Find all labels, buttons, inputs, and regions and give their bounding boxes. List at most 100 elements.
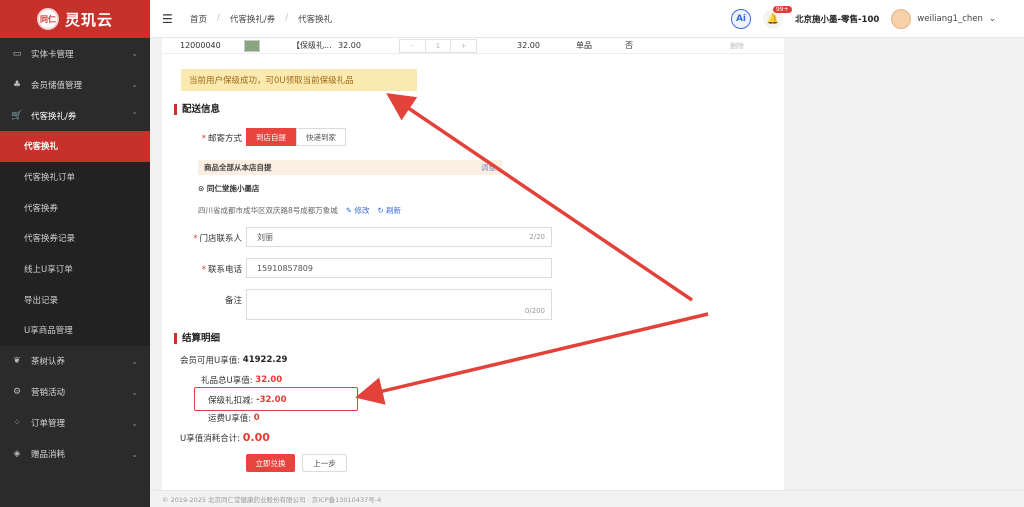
sidebar-item-label: 订单管理	[31, 419, 66, 430]
chevron-down-icon: ⌄	[131, 418, 138, 428]
remark-textarea[interactable]: 0/200	[246, 289, 552, 320]
pickup-adjust-link[interactable]: 调整	[481, 162, 496, 173]
decrease-button[interactable]: -	[400, 40, 426, 52]
sidebar-sub-gift-orders[interactable]: 代客换礼订单	[0, 161, 150, 193]
sidebar-item-exchange[interactable]: 🛒 代客换礼/券 ⌃	[0, 100, 150, 131]
breadcrumb-exchange[interactable]: 代客换礼/券	[230, 13, 275, 25]
back-button[interactable]: 上一步	[302, 454, 347, 472]
express-option-button[interactable]: 快递到家	[296, 128, 346, 146]
remark-label: 备注	[224, 296, 242, 306]
sidebar-sub-gift-exchange[interactable]: 代客换礼	[0, 131, 150, 162]
logo-mark-icon: 同仁	[36, 8, 59, 30]
sidebar-item-label: 营销活动	[31, 388, 66, 399]
phone-label: * 联系电话	[162, 263, 242, 275]
product-price: 32.00	[338, 41, 361, 50]
pickup-option-button[interactable]: 到店自提	[246, 128, 296, 146]
notification-badge: 99+	[772, 6, 792, 13]
chevron-down-icon: ⌄	[131, 387, 138, 397]
available-value: 41922.29	[242, 355, 288, 365]
table-row: 12000040 【保级礼... 32.00 - 1 + 32.00 单品 否 …	[162, 38, 784, 54]
shipping-label: 运费U享值:	[208, 414, 252, 424]
available-row: 会员可用U享值: 41922.29	[180, 354, 287, 366]
contact-input[interactable]: 刘丽 2/20	[246, 227, 552, 247]
sidebar-item-label: 代客换礼/券	[31, 111, 77, 122]
gift-total-value: 32.00	[255, 375, 283, 385]
product-type: 单品	[576, 41, 592, 50]
main-content: 12000040 【保级礼... 32.00 - 1 + 32.00 单品 否 …	[150, 38, 1024, 490]
sidebar: 同仁 灵玑云 ▭ 实体卡管理 ⌄ ♣ 会员储值管理 ⌄ 🛒 代客换礼/券 ⌃ 代…	[0, 0, 150, 507]
required-mark: *	[201, 265, 206, 275]
required-mark: *	[193, 234, 198, 244]
available-label: 会员可用U享值:	[180, 356, 241, 366]
quantity-stepper[interactable]: - 1 +	[399, 39, 477, 53]
refresh-address-link[interactable]: ↻ 刷新	[377, 205, 401, 216]
shop-name-text: 同仁堂施小墨店	[206, 184, 260, 193]
sidebar-sub-export-records[interactable]: 导出记录	[0, 284, 150, 316]
gift-total-row: 礼品总U享值: 32.00	[201, 374, 282, 386]
bell-glyph: 🔔	[766, 13, 780, 25]
product-code: 12000040	[180, 41, 221, 50]
delete-link[interactable]: 删除	[730, 41, 744, 51]
product-thumbnail	[244, 40, 260, 52]
exchange-panel: 12000040 【保级礼... 32.00 - 1 + 32.00 单品 否 …	[162, 38, 784, 490]
sidebar-item-label: 茶树认养	[31, 357, 66, 368]
user-menu[interactable]: weiliang1_chen ⌄	[891, 9, 996, 29]
chevron-down-icon: ⌄	[131, 356, 138, 366]
ai-assistant-icon[interactable]: Ai	[730, 9, 751, 29]
gift-total-label: 礼品总U享值:	[201, 376, 253, 386]
sidebar-item-label: 会员储值管理	[31, 80, 83, 91]
avatar	[891, 9, 912, 29]
required-mark: *	[201, 134, 206, 144]
refresh-text: 刷新	[386, 206, 402, 215]
contact-value: 刘丽	[257, 232, 273, 242]
store-name[interactable]: 北京施小墨-零售-100	[795, 13, 879, 25]
pickup-note-text: 商品全部从本店自提	[204, 163, 272, 172]
sidebar-sub-coupon-records[interactable]: 代客换券记录	[0, 223, 150, 254]
shop-address: 四川省成都市成华区双庆路8号成都万象城 ✎ 修改 ↻ 刷新	[198, 205, 401, 216]
footer: © 2019-2025 北京同仁堂健康药业股份有限公司 · 京ICP备13010…	[150, 490, 1024, 507]
remark-count: 0/200	[524, 307, 545, 315]
shipping-value: 0	[253, 413, 260, 423]
breadcrumb: 首页 / 代客换礼/券 / 代客换礼	[190, 13, 332, 25]
sidebar-item-marketing[interactable]: ⚙ 营销活动 ⌄	[0, 377, 150, 408]
delivery-section-title: 配送信息	[174, 104, 220, 115]
deduct-value: -32.00	[256, 395, 287, 405]
refresh-icon: ↻	[377, 206, 387, 215]
users-icon: ♣	[12, 79, 22, 90]
increase-button[interactable]: +	[451, 40, 476, 52]
contact-label-text: 门店联系人	[199, 234, 242, 244]
location-pin-icon: ⊙	[198, 184, 207, 193]
logo[interactable]: 同仁 灵玑云	[0, 0, 150, 38]
orders-icon: ⁘	[13, 418, 21, 429]
product-name: 【保级礼...	[292, 41, 332, 50]
delivery-method-label: * 邮寄方式	[162, 132, 242, 144]
notice-banner: 当前用户保级成功，可0U领取当前保级礼品	[181, 69, 417, 91]
breadcrumb-home[interactable]: 首页	[190, 13, 207, 25]
sidebar-item-member[interactable]: ♣ 会员储值管理 ⌄	[0, 69, 150, 100]
menu-toggle-icon[interactable]: ☰	[162, 12, 176, 26]
shop-name: ⊙ 同仁堂施小墨店	[198, 183, 259, 194]
product-subtotal: 32.00	[517, 41, 540, 50]
gift-icon: ◈	[13, 449, 21, 460]
phone-input[interactable]: 15910857809	[246, 258, 552, 278]
chevron-down-icon: ⌄	[988, 14, 996, 24]
sidebar-sub-online-orders[interactable]: 线上U享订单	[0, 253, 150, 285]
sidebar-item-gift[interactable]: ◈ 赠品消耗 ⌄	[0, 439, 150, 470]
breadcrumb-separator: /	[217, 12, 220, 23]
submit-exchange-button[interactable]: 立即兑换	[246, 454, 295, 472]
sidebar-item-orders[interactable]: ⁘ 订单管理 ⌄	[0, 408, 150, 439]
contact-count: 2/20	[529, 233, 545, 241]
delivery-method-group: 到店自提 快递到家	[246, 128, 346, 146]
edit-address-link[interactable]: ✎ 修改	[346, 205, 370, 216]
marketing-icon: ⚙	[12, 387, 22, 398]
sidebar-item-tea[interactable]: ❦ 茶树认养 ⌄	[0, 346, 150, 377]
sidebar-item-card[interactable]: ▭ 实体卡管理 ⌄	[0, 38, 150, 69]
cart-icon: 🛒	[11, 110, 23, 121]
sidebar-sub-product-manage[interactable]: U享商品管理	[0, 315, 150, 346]
contact-label: * 门店联系人	[162, 232, 242, 244]
product-flag: 否	[625, 41, 633, 50]
total-value: 0.00	[242, 431, 270, 444]
notification-bell-icon[interactable]: 🔔 99+	[762, 6, 792, 29]
sidebar-sub-coupon-exchange[interactable]: 代客换券	[0, 192, 150, 224]
top-header: ☰ 首页 / 代客换礼/券 / 代客换礼 Ai 🔔 99+ 北京施小墨-零售-1…	[150, 0, 1024, 38]
